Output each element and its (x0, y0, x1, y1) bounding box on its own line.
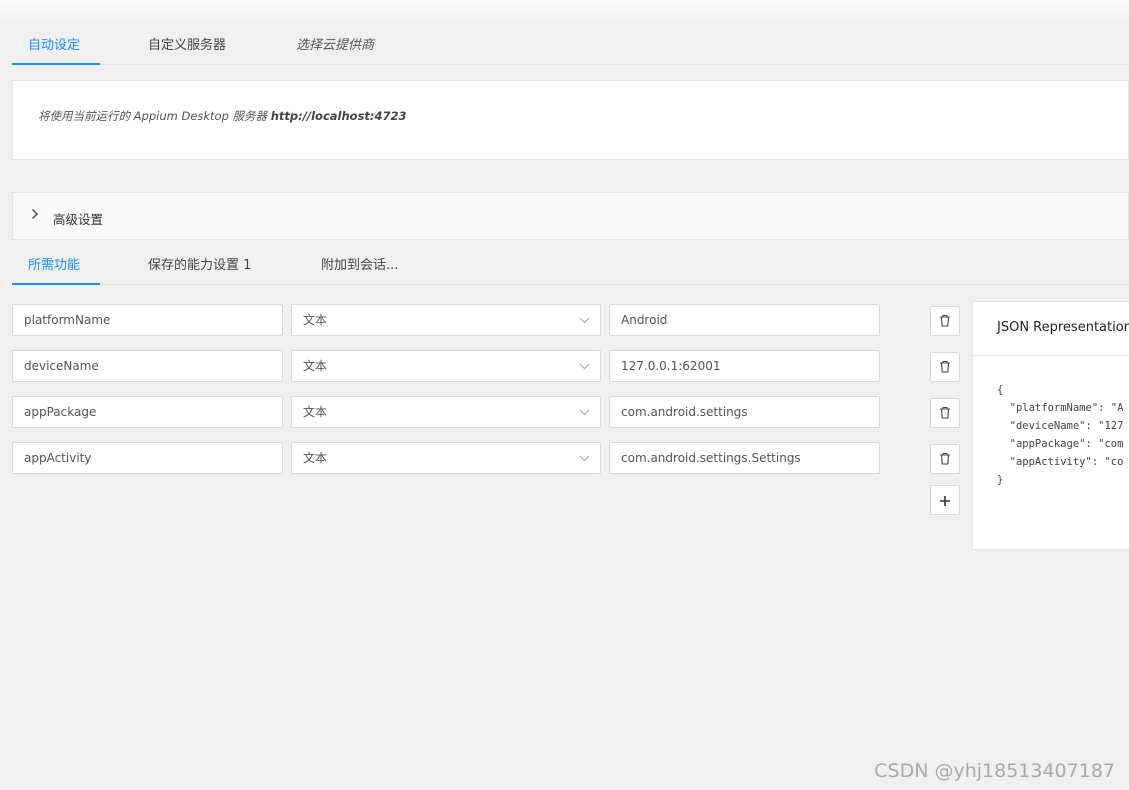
trash-icon (939, 358, 951, 377)
server-tabs: 自动设定 自定义服务器 选择云提供商 (12, 24, 1129, 65)
json-line: { (997, 384, 1004, 396)
capability-type-select[interactable]: 文本 (291, 442, 601, 474)
capability-type-value: 文本 (303, 451, 328, 465)
capability-type-select[interactable]: 文本 (291, 304, 601, 336)
json-representation-panel: JSON Representation { "platformName": "A… (972, 301, 1129, 550)
delete-capability-button[interactable] (930, 398, 960, 428)
server-url: http://localhost:4723 (270, 109, 407, 123)
tab-desired-capabilities[interactable]: 所需功能 (28, 254, 80, 273)
capability-type-value: 文本 (303, 359, 328, 373)
server-note-text: 将使用当前运行的 Appium Desktop 服务器 (38, 109, 271, 123)
capability-value-input[interactable]: com.android.settings.Settings (609, 442, 880, 474)
json-code: { "platformName": "A "deviceName": "127 … (997, 381, 1123, 489)
capability-name-input[interactable]: platformName (12, 304, 283, 336)
capability-name-input[interactable]: deviceName (12, 350, 283, 382)
capability-type-value: 文本 (303, 313, 328, 327)
capability-value-input[interactable]: Android (609, 304, 880, 336)
trash-icon (939, 450, 951, 469)
json-line: "appPackage": "com (997, 438, 1124, 450)
tab-auto-setup[interactable]: 自动设定 (28, 34, 80, 53)
chevron-down-icon (579, 305, 590, 335)
watermark: CSDN @yhj18513407187 (874, 760, 1115, 782)
advanced-settings-collapse[interactable]: 高级设置 (12, 192, 1129, 240)
json-line: "platformName": "A (997, 402, 1124, 414)
trash-icon (939, 312, 951, 331)
server-info-panel: 将使用当前运行的 Appium Desktop 服务器 http://local… (12, 80, 1129, 160)
server-note: 将使用当前运行的 Appium Desktop 服务器 http://local… (38, 108, 407, 124)
tab-attach-session[interactable]: 附加到会话... (321, 254, 398, 273)
active-tab-indicator (12, 63, 100, 65)
delete-capability-button[interactable] (930, 306, 960, 336)
capability-name-input[interactable]: appActivity (12, 442, 283, 474)
advanced-settings-label: 高级设置 (53, 212, 104, 227)
capability-value-input[interactable]: com.android.settings (609, 396, 880, 428)
chevron-down-icon (579, 351, 590, 381)
json-line: } (997, 474, 1004, 486)
chevron-down-icon (579, 443, 590, 473)
capability-tabs: 所需功能 保存的能力设置 1 附加到会话... (12, 244, 1129, 285)
top-shade (0, 0, 1129, 24)
tab-custom-server[interactable]: 自定义服务器 (148, 34, 226, 53)
capability-value-input[interactable]: 127.0.0.1:62001 (609, 350, 880, 382)
divider (973, 355, 1129, 356)
tab-cloud-provider[interactable]: 选择云提供商 (296, 34, 374, 53)
chevron-right-icon (31, 208, 39, 224)
json-line: "deviceName": "127 (997, 420, 1124, 432)
json-line: "appActivity": "co (997, 456, 1124, 468)
chevron-down-icon (579, 397, 590, 427)
plus-icon (939, 490, 951, 510)
trash-icon (939, 404, 951, 423)
delete-capability-button[interactable] (930, 444, 960, 474)
capability-name-input[interactable]: appPackage (12, 396, 283, 428)
delete-capability-button[interactable] (930, 352, 960, 382)
tab-saved-capability-sets[interactable]: 保存的能力设置 1 (148, 254, 251, 273)
json-panel-title: JSON Representation (997, 320, 1129, 335)
capability-type-select[interactable]: 文本 (291, 350, 601, 382)
add-capability-button[interactable] (930, 485, 960, 515)
capability-type-select[interactable]: 文本 (291, 396, 601, 428)
capability-type-value: 文本 (303, 405, 328, 419)
active-tab-indicator (12, 283, 100, 285)
